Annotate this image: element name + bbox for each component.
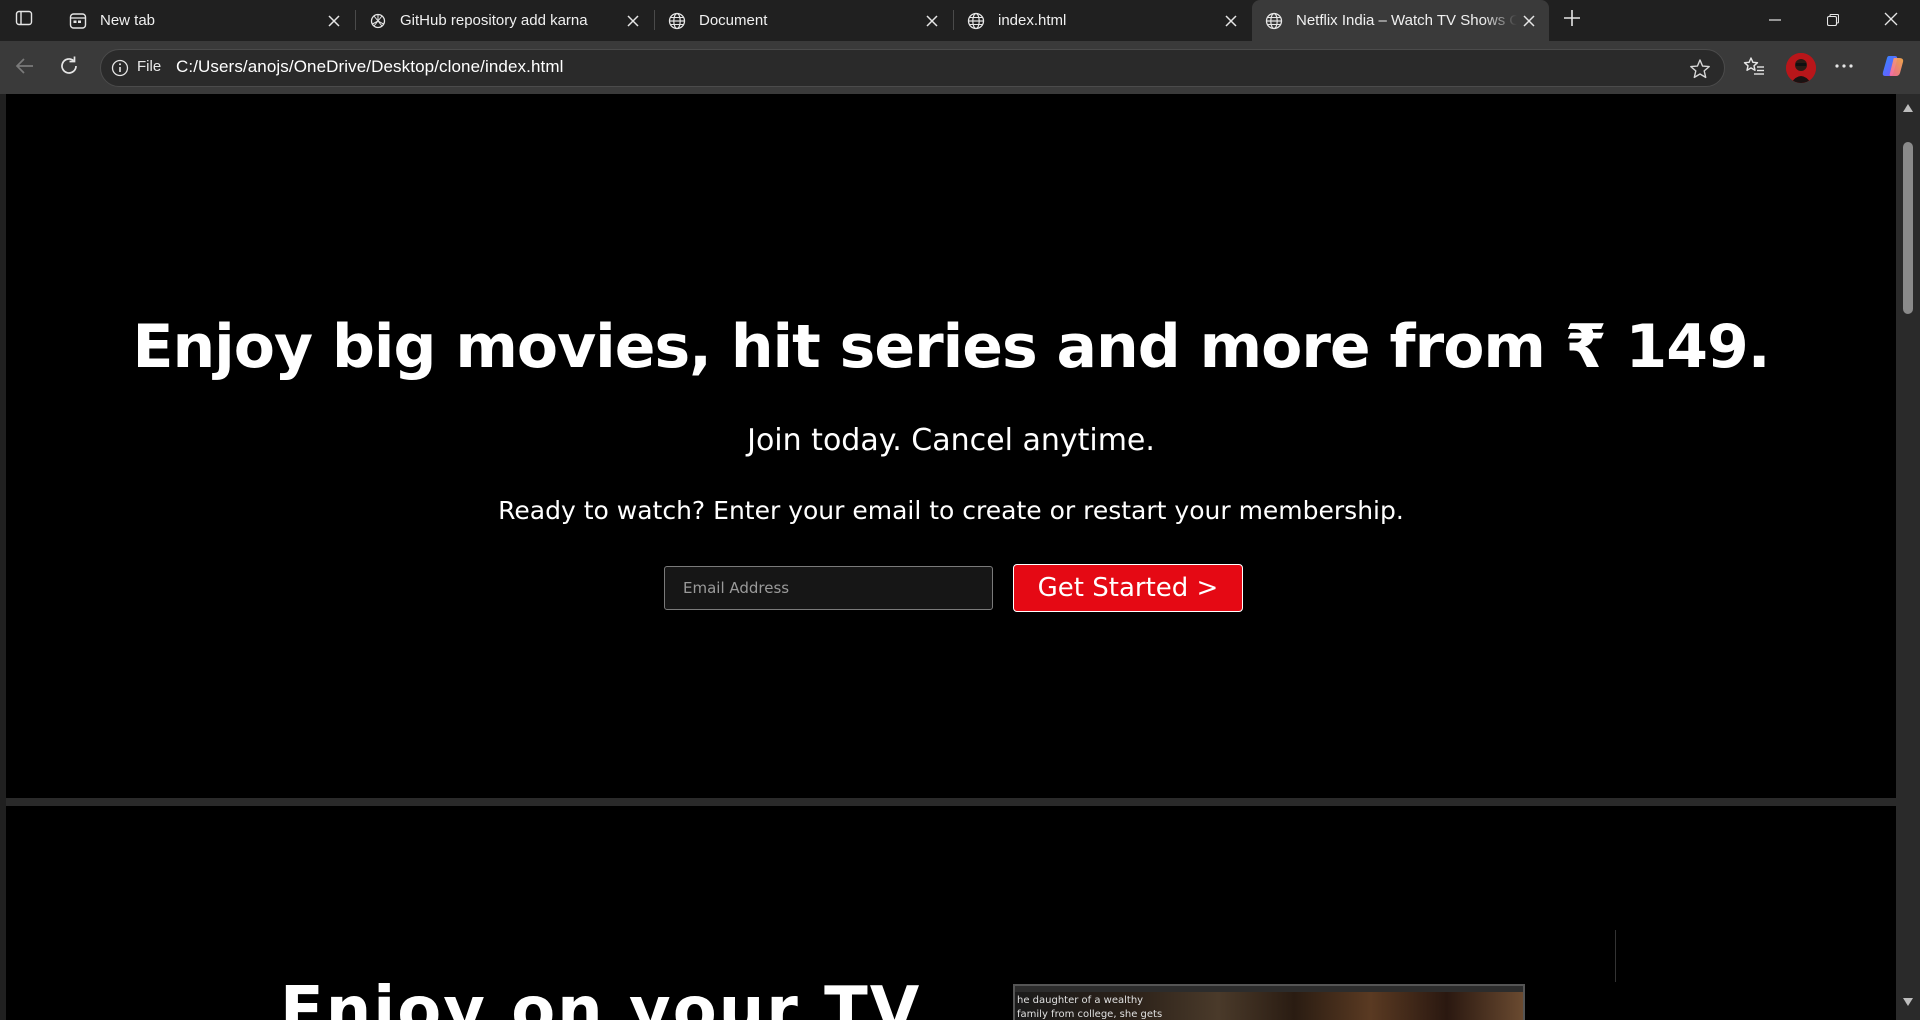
refresh-icon: [58, 55, 80, 81]
copilot-icon: [1880, 53, 1906, 83]
tab-document[interactable]: Document: [655, 0, 952, 41]
globe-icon: [667, 11, 687, 31]
tab-github-repository[interactable]: GitHub repository add karna: [356, 0, 653, 41]
minimize-icon: [1769, 11, 1781, 30]
restore-button[interactable]: [1804, 0, 1862, 41]
scroll-up-arrow-icon[interactable]: [1902, 102, 1914, 114]
favorites-list-icon: [1743, 55, 1765, 81]
video-info-bar: [1015, 986, 1523, 992]
close-icon: [1884, 11, 1898, 30]
section-divider: [6, 798, 1896, 806]
more-horizontal-icon: [1833, 55, 1855, 81]
new-tab-page-icon: [68, 11, 88, 31]
tv-section-heading: Enjoy on your TV: [280, 974, 922, 1020]
tab-title: GitHub repository add karna: [400, 12, 588, 29]
profile-avatar-image: [1786, 53, 1816, 83]
globe-icon: [1264, 11, 1284, 31]
back-button[interactable]: [8, 51, 42, 85]
restore-icon: [1826, 11, 1840, 30]
info-icon[interactable]: [111, 59, 129, 77]
plus-icon: [1563, 9, 1581, 31]
browser-toolbar: File C:/Users/anojs/OneDrive/Desktop/clo…: [0, 41, 1920, 94]
refresh-button[interactable]: [52, 51, 86, 85]
tab-title: New tab: [100, 12, 156, 29]
hero-section: Enjoy big movies, hit series and more fr…: [6, 94, 1896, 798]
favorites-button[interactable]: [1737, 51, 1771, 85]
tab-index-html[interactable]: index.html: [954, 0, 1251, 41]
back-arrow-icon: [14, 55, 36, 81]
url-text[interactable]: C:/Users/anojs/OneDrive/Desktop/clone/in…: [176, 57, 563, 77]
globe-icon: [966, 11, 986, 31]
favorite-star-icon[interactable]: [1688, 57, 1712, 81]
tab-actions-icon: [15, 9, 33, 31]
tab-title: index.html: [998, 12, 1067, 29]
tab-new-tab[interactable]: New tab: [56, 0, 354, 41]
minimize-button[interactable]: [1746, 0, 1804, 41]
hero-prompt: Ready to watch? Enter your email to crea…: [498, 496, 1404, 525]
tv-section: Enjoy on your TV he daughter of a wealth…: [6, 806, 1896, 1020]
profile-avatar[interactable]: [1786, 53, 1816, 83]
chatgpt-icon: [368, 11, 388, 31]
hero-heading: Enjoy big movies, hit series and more fr…: [132, 312, 1770, 382]
get-started-button[interactable]: Get Started >: [1013, 564, 1243, 612]
address-bar[interactable]: File C:/Users/anojs/OneDrive/Desktop/clo…: [100, 49, 1725, 87]
settings-more-button[interactable]: [1827, 51, 1861, 85]
tab-actions-menu-button[interactable]: [8, 6, 40, 34]
scrollbar-thumb[interactable]: [1903, 142, 1913, 314]
new-tab-button[interactable]: [1556, 6, 1588, 34]
tab-strip: New tab GitHub repository add karna Docu…: [0, 0, 1920, 41]
page-viewport: Enjoy big movies, hit series and more fr…: [6, 94, 1896, 1020]
hero-subheading: Join today. Cancel anytime.: [747, 423, 1155, 458]
close-tab-icon[interactable]: [322, 9, 346, 33]
tab-title: Netflix India – Watch TV Shows Online: [1296, 12, 1517, 29]
scroll-down-arrow-icon[interactable]: [1902, 996, 1914, 1008]
close-tab-icon[interactable]: [1517, 9, 1541, 33]
close-tab-icon[interactable]: [621, 9, 645, 33]
decorative-line: [1615, 930, 1616, 982]
close-window-button[interactable]: [1862, 0, 1920, 41]
tv-preview-image: he daughter of a wealthy family from col…: [1013, 984, 1525, 1020]
close-tab-icon[interactable]: [920, 9, 944, 33]
url-scheme-label: File: [137, 58, 162, 75]
tab-netflix-india[interactable]: Netflix India – Watch TV Shows Online: [1252, 0, 1549, 41]
close-tab-icon[interactable]: [1219, 9, 1243, 33]
tab-title: Document: [699, 12, 768, 29]
tv-preview-caption: he daughter of a wealthy family from col…: [1017, 995, 1163, 1020]
email-field[interactable]: [664, 566, 993, 610]
page-scrollbar[interactable]: [1896, 94, 1920, 1020]
copilot-button[interactable]: [1876, 51, 1910, 85]
